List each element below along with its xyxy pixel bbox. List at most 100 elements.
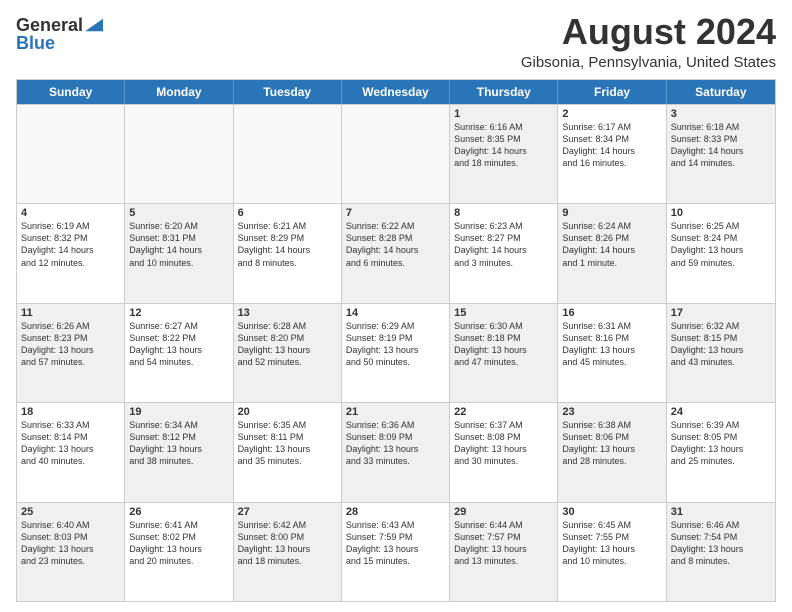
- cell-info-line: Daylight: 13 hours: [129, 543, 228, 555]
- cell-info-line: Daylight: 13 hours: [562, 344, 661, 356]
- cell-info-line: Sunset: 8:26 PM: [562, 232, 661, 244]
- logo-blue: Blue: [16, 34, 55, 52]
- day-number: 15: [454, 307, 553, 319]
- calendar-cell: 26Sunrise: 6:41 AMSunset: 8:02 PMDayligh…: [125, 503, 233, 601]
- calendar-row-1: 4Sunrise: 6:19 AMSunset: 8:32 PMDaylight…: [17, 203, 775, 302]
- cell-info-line: and 14 minutes.: [671, 157, 771, 169]
- calendar-cell: 28Sunrise: 6:43 AMSunset: 7:59 PMDayligh…: [342, 503, 450, 601]
- day-number: 25: [21, 506, 120, 518]
- day-number: 27: [238, 506, 337, 518]
- cell-info-line: Sunrise: 6:42 AM: [238, 519, 337, 531]
- day-number: 5: [129, 207, 228, 219]
- cell-info-line: Sunrise: 6:20 AM: [129, 220, 228, 232]
- day-number: 20: [238, 406, 337, 418]
- cell-info-line: Daylight: 13 hours: [562, 543, 661, 555]
- cell-info-line: Daylight: 13 hours: [671, 543, 771, 555]
- calendar-cell: [234, 105, 342, 203]
- cell-info-line: Daylight: 13 hours: [21, 443, 120, 455]
- day-number: 23: [562, 406, 661, 418]
- cell-info-line: Sunrise: 6:17 AM: [562, 121, 661, 133]
- cell-info-line: Sunset: 8:12 PM: [129, 431, 228, 443]
- cell-info-line: Sunset: 8:20 PM: [238, 332, 337, 344]
- calendar-cell: 3Sunrise: 6:18 AMSunset: 8:33 PMDaylight…: [667, 105, 775, 203]
- cell-info-line: Daylight: 13 hours: [454, 543, 553, 555]
- day-number: 21: [346, 406, 445, 418]
- cell-info-line: Sunset: 8:24 PM: [671, 232, 771, 244]
- calendar-cell: 5Sunrise: 6:20 AMSunset: 8:31 PMDaylight…: [125, 204, 233, 302]
- day-number: 17: [671, 307, 771, 319]
- cell-info-line: Sunset: 8:33 PM: [671, 133, 771, 145]
- calendar-cell: 30Sunrise: 6:45 AMSunset: 7:55 PMDayligh…: [558, 503, 666, 601]
- day-header-sunday: Sunday: [17, 80, 125, 104]
- calendar-cell: [125, 105, 233, 203]
- calendar-cell: 9Sunrise: 6:24 AMSunset: 8:26 PMDaylight…: [558, 204, 666, 302]
- cell-info-line: Sunset: 7:54 PM: [671, 531, 771, 543]
- day-number: 28: [346, 506, 445, 518]
- cell-info-line: Daylight: 14 hours: [454, 244, 553, 256]
- logo-icon: [85, 18, 103, 32]
- cell-info-line: Sunset: 8:32 PM: [21, 232, 120, 244]
- calendar-cell: 23Sunrise: 6:38 AMSunset: 8:06 PMDayligh…: [558, 403, 666, 501]
- calendar-cell: 17Sunrise: 6:32 AMSunset: 8:15 PMDayligh…: [667, 304, 775, 402]
- cell-info-line: and 12 minutes.: [21, 257, 120, 269]
- cell-info-line: Daylight: 14 hours: [238, 244, 337, 256]
- calendar-cell: [17, 105, 125, 203]
- calendar-row-0: 1Sunrise: 6:16 AMSunset: 8:35 PMDaylight…: [17, 104, 775, 203]
- cell-info-line: Daylight: 13 hours: [21, 344, 120, 356]
- calendar-cell: 29Sunrise: 6:44 AMSunset: 7:57 PMDayligh…: [450, 503, 558, 601]
- day-number: 2: [562, 108, 661, 120]
- calendar-cell: 6Sunrise: 6:21 AMSunset: 8:29 PMDaylight…: [234, 204, 342, 302]
- calendar-cell: 13Sunrise: 6:28 AMSunset: 8:20 PMDayligh…: [234, 304, 342, 402]
- cell-info-line: Sunset: 8:34 PM: [562, 133, 661, 145]
- calendar-cell: 8Sunrise: 6:23 AMSunset: 8:27 PMDaylight…: [450, 204, 558, 302]
- cell-info-line: Daylight: 13 hours: [346, 543, 445, 555]
- cell-info-line: Daylight: 14 hours: [129, 244, 228, 256]
- logo: General Blue: [16, 12, 103, 52]
- cell-info-line: Daylight: 13 hours: [346, 344, 445, 356]
- calendar-cell: 7Sunrise: 6:22 AMSunset: 8:28 PMDaylight…: [342, 204, 450, 302]
- cell-info-line: Sunset: 8:14 PM: [21, 431, 120, 443]
- calendar-row-2: 11Sunrise: 6:26 AMSunset: 8:23 PMDayligh…: [17, 303, 775, 402]
- cell-info-line: and 15 minutes.: [346, 555, 445, 567]
- cell-info-line: Sunrise: 6:39 AM: [671, 419, 771, 431]
- cell-info-line: and 33 minutes.: [346, 455, 445, 467]
- cell-info-line: Sunrise: 6:38 AM: [562, 419, 661, 431]
- cell-info-line: Sunset: 8:35 PM: [454, 133, 553, 145]
- cell-info-line: and 45 minutes.: [562, 356, 661, 368]
- cell-info-line: Sunset: 8:16 PM: [562, 332, 661, 344]
- day-number: 18: [21, 406, 120, 418]
- calendar-row-3: 18Sunrise: 6:33 AMSunset: 8:14 PMDayligh…: [17, 402, 775, 501]
- calendar-cell: 19Sunrise: 6:34 AMSunset: 8:12 PMDayligh…: [125, 403, 233, 501]
- cell-info-line: Daylight: 13 hours: [454, 344, 553, 356]
- cell-info-line: Sunrise: 6:40 AM: [21, 519, 120, 531]
- cell-info-line: Sunrise: 6:29 AM: [346, 320, 445, 332]
- page: General Blue August 2024 Gibsonia, Penns…: [0, 0, 792, 612]
- cell-info-line: and 23 minutes.: [21, 555, 120, 567]
- cell-info-line: Daylight: 14 hours: [562, 145, 661, 157]
- cell-info-line: and 13 minutes.: [454, 555, 553, 567]
- header: General Blue August 2024 Gibsonia, Penns…: [16, 12, 776, 71]
- day-number: 1: [454, 108, 553, 120]
- cell-info-line: Sunrise: 6:21 AM: [238, 220, 337, 232]
- day-number: 13: [238, 307, 337, 319]
- cell-info-line: and 30 minutes.: [454, 455, 553, 467]
- cell-info-line: Sunrise: 6:46 AM: [671, 519, 771, 531]
- calendar-cell: 11Sunrise: 6:26 AMSunset: 8:23 PMDayligh…: [17, 304, 125, 402]
- cell-info-line: and 18 minutes.: [454, 157, 553, 169]
- cell-info-line: Sunrise: 6:24 AM: [562, 220, 661, 232]
- calendar-cell: 12Sunrise: 6:27 AMSunset: 8:22 PMDayligh…: [125, 304, 233, 402]
- calendar-cell: 18Sunrise: 6:33 AMSunset: 8:14 PMDayligh…: [17, 403, 125, 501]
- day-number: 9: [562, 207, 661, 219]
- calendar-body: 1Sunrise: 6:16 AMSunset: 8:35 PMDaylight…: [17, 104, 775, 601]
- cell-info-line: Daylight: 13 hours: [129, 344, 228, 356]
- cell-info-line: Sunset: 7:55 PM: [562, 531, 661, 543]
- cell-info-line: Daylight: 13 hours: [129, 443, 228, 455]
- day-header-saturday: Saturday: [667, 80, 775, 104]
- calendar-cell: [342, 105, 450, 203]
- cell-info-line: Sunset: 8:06 PM: [562, 431, 661, 443]
- cell-info-line: Sunset: 8:29 PM: [238, 232, 337, 244]
- cell-info-line: and 40 minutes.: [21, 455, 120, 467]
- day-number: 7: [346, 207, 445, 219]
- cell-info-line: and 28 minutes.: [562, 455, 661, 467]
- cell-info-line: Sunset: 8:15 PM: [671, 332, 771, 344]
